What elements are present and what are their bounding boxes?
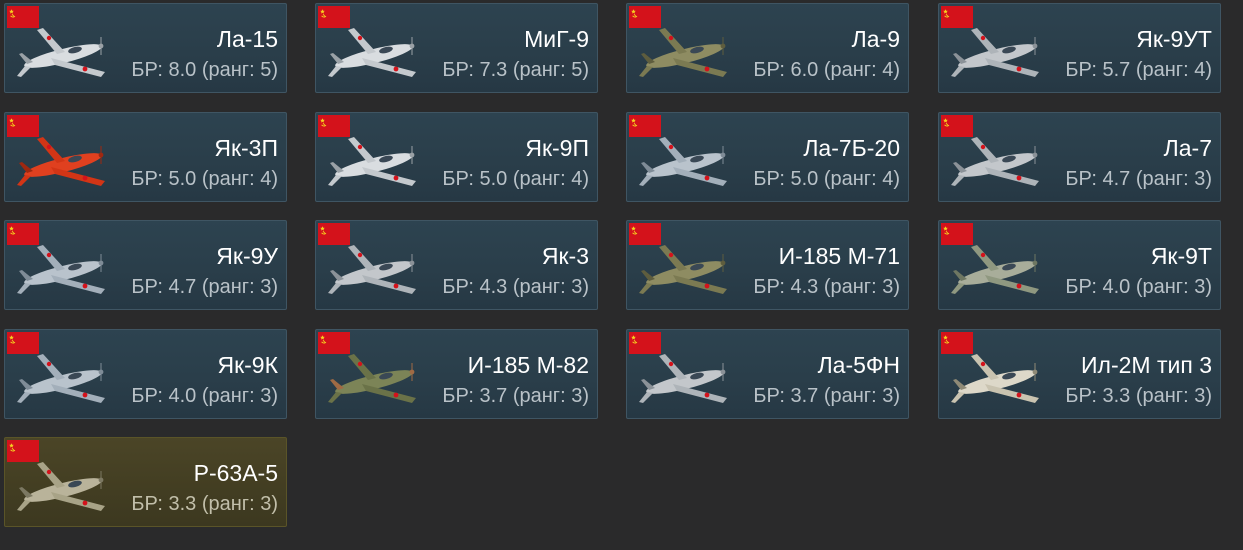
vehicle-battle-rating: БР: 5.0 (ранг: 4) (131, 168, 278, 190)
yak9t-plane-icon (951, 245, 1039, 294)
ussr-flag-icon (941, 223, 973, 245)
vehicle-name: Ла-7Б-20 (803, 135, 900, 161)
vehicle-battle-rating: БР: 4.3 (ранг: 3) (442, 276, 589, 298)
vehicle-card[interactable]: Як-9К БР: 4.0 (ранг: 3) (4, 329, 287, 419)
mig9-jet-icon (328, 28, 416, 77)
vehicle-card[interactable]: Ла-9 БР: 6.0 (ранг: 4) (626, 3, 909, 93)
ussr-flag-icon (629, 223, 661, 245)
vehicle-battle-rating: БР: 5.0 (ранг: 4) (753, 168, 900, 190)
vehicle-card[interactable]: Як-3П БР: 5.0 (ранг: 4) (4, 112, 287, 202)
vehicle-battle-rating: БР: 3.7 (ранг: 3) (753, 385, 900, 407)
ussr-flag-icon (629, 115, 661, 137)
vehicle-name: МиГ-9 (524, 26, 589, 52)
la15-jet-icon (17, 28, 105, 77)
vehicle-name: Як-9П (525, 135, 589, 161)
vehicle-name: Як-9К (217, 352, 278, 378)
vehicle-card[interactable]: МиГ-9 БР: 7.3 (ранг: 5) (315, 3, 598, 93)
vehicle-battle-rating: БР: 5.7 (ранг: 4) (1065, 59, 1212, 81)
vehicle-battle-rating: БР: 4.0 (ранг: 3) (1065, 276, 1212, 298)
ussr-flag-icon (629, 6, 661, 28)
vehicle-battle-rating: БР: 7.3 (ранг: 5) (442, 59, 589, 81)
ussr-flag-icon (7, 115, 39, 137)
vehicle-battle-rating: БР: 8.0 (ранг: 5) (131, 59, 278, 81)
vehicle-name: Як-3 (541, 243, 589, 269)
la7-plane-icon (951, 137, 1039, 186)
ussr-flag-icon (7, 223, 39, 245)
ussr-flag-icon (318, 115, 350, 137)
i185m71-plane-icon (639, 245, 727, 294)
vehicle-battle-rating: БР: 3.7 (ранг: 3) (442, 385, 589, 407)
vehicle-card[interactable]: Як-9У БР: 4.7 (ранг: 3) (4, 220, 287, 310)
vehicle-battle-rating: БР: 4.7 (ранг: 3) (131, 276, 278, 298)
ussr-flag-icon (7, 332, 39, 354)
vehicle-name: Як-9УТ (1136, 26, 1212, 52)
vehicle-name: Як-9Т (1150, 243, 1212, 269)
vehicle-battle-rating: БР: 4.3 (ранг: 3) (753, 276, 900, 298)
la5fn-plane-icon (639, 354, 727, 403)
vehicle-battle-rating: БР: 5.0 (ранг: 4) (442, 168, 589, 190)
yak9u-plane-icon (17, 245, 105, 294)
vehicle-battle-rating: БР: 3.3 (ранг: 3) (131, 493, 278, 515)
yak9ut-plane-icon (951, 28, 1039, 77)
vehicle-name: Як-9У (216, 243, 278, 269)
vehicle-name: Ла-15 (216, 26, 278, 52)
vehicle-grid: Ла-15 БР: 8.0 (ранг: 5) МиГ-9 БР: 7.3 (ранг… (0, 0, 1243, 550)
p63a5-plane-icon (17, 462, 105, 511)
la7b20-plane-icon (639, 137, 727, 186)
yak3-plane-icon (328, 245, 416, 294)
ussr-flag-icon (318, 6, 350, 28)
vehicle-card[interactable]: И-185 М-82 БР: 3.7 (ранг: 3) (315, 329, 598, 419)
vehicle-battle-rating: БР: 6.0 (ранг: 4) (753, 59, 900, 81)
yak9p-plane-icon (328, 137, 416, 186)
vehicle-name: Як-3П (214, 135, 278, 161)
vehicle-battle-rating: БР: 4.7 (ранг: 3) (1065, 168, 1212, 190)
il2m-plane-icon (951, 354, 1039, 403)
i185m82-plane-icon (328, 354, 416, 403)
vehicle-card[interactable]: Ла-5ФН БР: 3.7 (ранг: 3) (626, 329, 909, 419)
ussr-flag-icon (318, 223, 350, 245)
vehicle-card[interactable]: Як-9П БР: 5.0 (ранг: 4) (315, 112, 598, 202)
ussr-flag-icon (629, 332, 661, 354)
vehicle-card[interactable]: Як-9Т БР: 4.0 (ранг: 3) (938, 220, 1221, 310)
vehicle-card[interactable]: Ла-15 БР: 8.0 (ранг: 5) (4, 3, 287, 93)
ussr-flag-icon (941, 115, 973, 137)
vehicle-battle-rating: БР: 4.0 (ранг: 3) (131, 385, 278, 407)
ussr-flag-icon (318, 332, 350, 354)
vehicle-name: Ла-7 (1163, 135, 1212, 161)
vehicle-card[interactable]: Як-3 БР: 4.3 (ранг: 3) (315, 220, 598, 310)
la9-plane-icon (639, 28, 727, 77)
vehicle-name: Ла-5ФН (817, 352, 900, 378)
ussr-flag-icon (7, 6, 39, 28)
vehicle-card[interactable]: И-185 М-71 БР: 4.3 (ранг: 3) (626, 220, 909, 310)
vehicle-name: И-185 М-71 (778, 243, 900, 269)
yak3p-plane-icon (17, 137, 105, 186)
vehicle-name: И-185 М-82 (467, 352, 589, 378)
ussr-flag-icon (941, 332, 973, 354)
yak9k-plane-icon (17, 354, 105, 403)
vehicle-card[interactable]: P-63A-5 БР: 3.3 (ранг: 3) (4, 437, 287, 527)
vehicle-card[interactable]: Ил-2М тип 3 БР: 3.3 (ранг: 3) (938, 329, 1221, 419)
vehicle-card[interactable]: Ла-7 БР: 4.7 (ранг: 3) (938, 112, 1221, 202)
vehicle-name: Ла-9 (851, 26, 900, 52)
vehicle-name: Ил-2М тип 3 (1081, 352, 1212, 378)
vehicle-name: P-63A-5 (193, 460, 278, 486)
vehicle-battle-rating: БР: 3.3 (ранг: 3) (1065, 385, 1212, 407)
vehicle-card[interactable]: Ла-7Б-20 БР: 5.0 (ранг: 4) (626, 112, 909, 202)
ussr-flag-icon (941, 6, 973, 28)
ussr-flag-icon (7, 440, 39, 462)
vehicle-card[interactable]: Як-9УТ БР: 5.7 (ранг: 4) (938, 3, 1221, 93)
